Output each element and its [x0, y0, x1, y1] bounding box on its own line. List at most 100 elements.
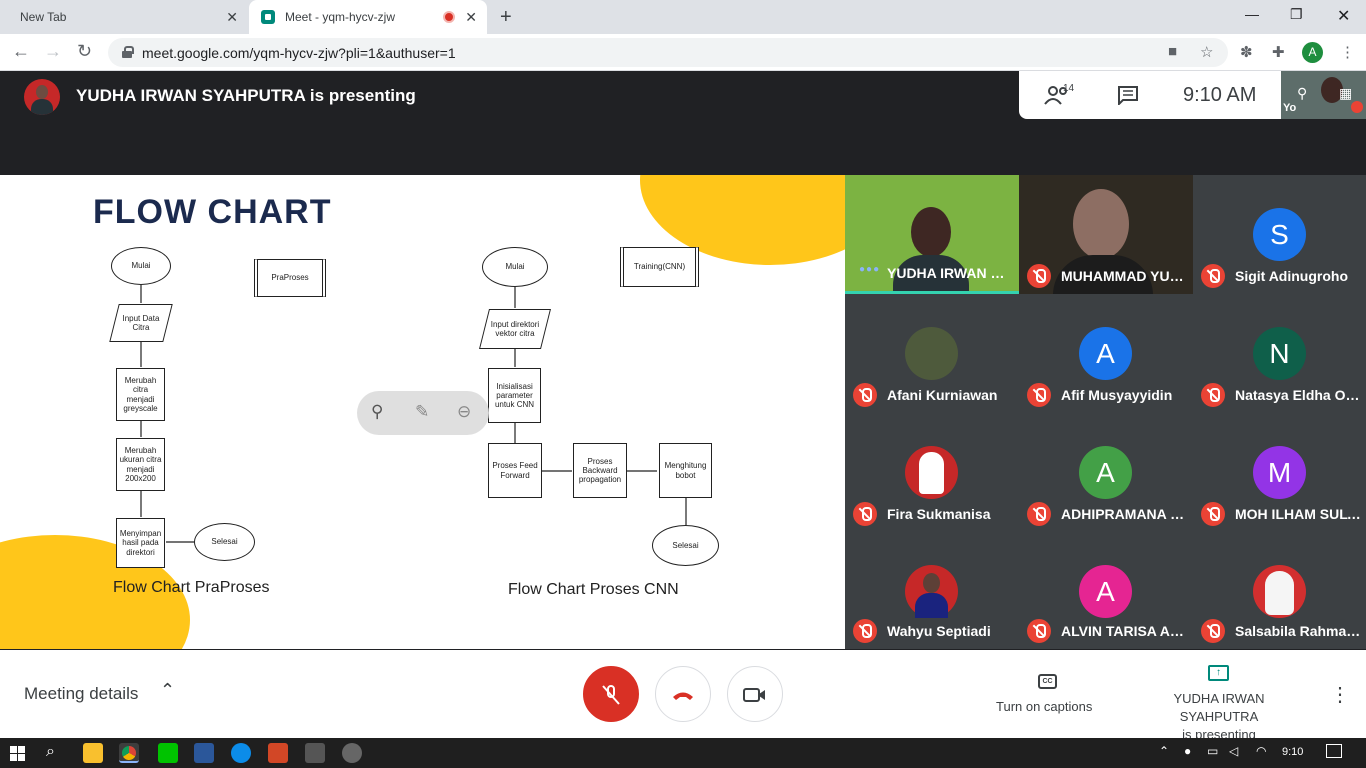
avatar: N	[1253, 327, 1306, 380]
remove-icon[interactable]: ⊖	[457, 402, 471, 422]
edge-icon[interactable]	[231, 743, 251, 763]
tab-meet[interactable]: Meet - yqm-hycv-zjw ✕	[249, 0, 487, 34]
tab-new-tab[interactable]: New Tab ✕	[0, 0, 248, 34]
flowchart-step: Menghitung bobot	[659, 443, 712, 498]
flowchart-step: Menyimpan hasil pada direktori	[116, 518, 165, 568]
leave-call-button[interactable]	[655, 666, 711, 722]
present-screen-icon[interactable]: ↑	[1208, 665, 1229, 681]
pin-icon[interactable]: ⚲	[371, 402, 383, 422]
windows-taskbar: ⌕ ⌃ ● ▭ ◁ ◠ 9:10	[0, 738, 1366, 768]
pin-icon[interactable]: ⚲	[1297, 85, 1307, 102]
participant-tile[interactable]: Salsabila Rahma ...	[1193, 532, 1366, 649]
flowchart-end: Selesai	[652, 525, 719, 566]
chat-icon[interactable]	[1117, 85, 1139, 105]
flowchart-caption: Flow Chart Proses CNN	[508, 581, 679, 598]
window-close-icon[interactable]: ✕	[1337, 6, 1350, 26]
search-icon[interactable]: ⌕	[46, 743, 55, 761]
browser-toolbar: ← → ↻ meet.google.com/yqm-hycv-zjw?pli=1…	[0, 34, 1366, 71]
puzzle-icon[interactable]: ✚	[1272, 43, 1285, 61]
tab-strip: New Tab ✕ Meet - yqm-hycv-zjw ✕ + — ❐ ✕	[0, 0, 1366, 34]
close-icon[interactable]: ✕	[226, 9, 238, 26]
layout-icon[interactable]: ▦	[1339, 85, 1352, 102]
app-icon[interactable]	[305, 743, 325, 763]
participant-tile[interactable]: Wahyu Septiadi	[845, 532, 1019, 649]
profile-avatar[interactable]: A	[1302, 42, 1323, 63]
windows-start-icon[interactable]	[10, 746, 25, 761]
close-icon[interactable]: ✕	[465, 9, 477, 26]
camera-icon[interactable]: ■	[1168, 43, 1177, 60]
app-icon[interactable]	[342, 743, 362, 763]
camera-toggle-button[interactable]	[727, 666, 783, 722]
meeting-details-button[interactable]: Meeting details	[24, 684, 138, 704]
address-bar[interactable]: meet.google.com/yqm-hycv-zjw?pli=1&authu…	[108, 38, 1228, 67]
participant-tile[interactable]: N Natasya Eldha Ok...	[1193, 294, 1366, 413]
chevron-up-icon[interactable]: ⌃	[160, 680, 175, 701]
avatar: S	[1253, 208, 1306, 261]
microphone-tray-icon[interactable]: ●	[1184, 744, 1191, 758]
participant-tile[interactable]: ●●● YUDHA IRWAN SY...	[845, 175, 1019, 294]
participant-name: MOH ILHAM SULT...	[1235, 506, 1361, 522]
taskbar-clock[interactable]: 9:10	[1282, 746, 1303, 758]
mic-off-icon	[602, 685, 620, 705]
participant-tile[interactable]: M MOH ILHAM SULT...	[1193, 413, 1366, 532]
browser-menu-icon[interactable]: ⋮	[1340, 43, 1355, 61]
participant-name: ALVIN TARISA AK...	[1061, 623, 1187, 639]
mute-participant-icon[interactable]: ✎	[415, 402, 429, 422]
file-explorer-icon[interactable]	[83, 743, 103, 763]
self-name: Yo	[1283, 102, 1297, 114]
people-count-badge: 14	[1063, 83, 1075, 94]
flowchart-process-label: PraProses	[254, 259, 326, 297]
new-tab-button[interactable]: +	[500, 6, 512, 29]
reload-icon[interactable]: ↻	[77, 41, 92, 62]
flowchart-process-label: Training(CNN)	[620, 247, 699, 287]
meeting-controls-bar: Meeting details ⌃ CC Turn on captions ↑ …	[0, 650, 1366, 742]
chrome-icon[interactable]	[119, 743, 139, 763]
participant-tile[interactable]: A ADHIPRAMANA R...	[1019, 413, 1193, 532]
avatar: A	[1079, 446, 1132, 499]
participant-tile[interactable]: A Afif Musyayyidin	[1019, 294, 1193, 413]
mic-off-icon	[1027, 383, 1051, 407]
battery-icon[interactable]: ▭	[1207, 744, 1218, 758]
powerpoint-icon[interactable]	[268, 743, 288, 763]
closed-captions-icon[interactable]: CC	[1038, 674, 1057, 689]
tab-title: Meet - yqm-hycv-zjw	[285, 10, 396, 24]
more-options-icon[interactable]: ⋮	[1330, 682, 1350, 707]
mic-off-icon	[1027, 619, 1051, 643]
mic-toggle-button[interactable]	[583, 666, 639, 722]
flowchart-input: Input Data Citra	[109, 304, 173, 342]
mic-off-icon	[1027, 264, 1051, 288]
participant-tile[interactable]: Fira Sukmanisa	[845, 413, 1019, 532]
meeting-clock: 9:10 AM	[1183, 84, 1257, 106]
back-icon[interactable]: ←	[12, 41, 30, 62]
participant-name: YUDHA IRWAN SY...	[887, 265, 1013, 281]
word-icon[interactable]	[194, 743, 214, 763]
captions-button[interactable]: Turn on captions	[996, 699, 1092, 714]
avatar	[1253, 565, 1306, 618]
extension-icon[interactable]: ✽	[1240, 43, 1253, 61]
presenting-status-button[interactable]: YUDHA IRWAN SYAHPUTRA is presenting	[1136, 690, 1302, 744]
mic-off-icon	[853, 502, 877, 526]
hang-up-icon	[673, 692, 693, 700]
wifi-icon[interactable]: ◠	[1256, 744, 1266, 758]
participant-tile[interactable]: Afani Kurniawan	[845, 294, 1019, 413]
participant-tile[interactable]: A ALVIN TARISA AK...	[1019, 532, 1193, 649]
flowchart-start: Mulai	[111, 247, 171, 285]
participant-tile[interactable]: MUHAMMAD YUD...	[1019, 175, 1193, 294]
participant-name: Afani Kurniawan	[887, 387, 998, 403]
avatar	[905, 446, 958, 499]
minimize-icon[interactable]: —	[1245, 6, 1259, 22]
video-camera-icon	[743, 688, 765, 702]
flowchart-input-text: Input direktori vektor citra	[490, 319, 540, 338]
tray-chevron-icon[interactable]: ⌃	[1159, 744, 1169, 758]
volume-icon[interactable]: ◁	[1229, 744, 1238, 758]
participant-name: MUHAMMAD YUD...	[1061, 268, 1187, 284]
bookmark-star-icon[interactable]: ☆	[1200, 43, 1213, 61]
lock-icon	[122, 46, 134, 58]
participant-name: Salsabila Rahma ...	[1235, 623, 1361, 639]
recording-icon	[443, 11, 455, 23]
participant-tile[interactable]: S Sigit Adinugroho	[1193, 175, 1366, 294]
forward-icon[interactable]: →	[44, 41, 62, 62]
notifications-icon[interactable]	[1326, 744, 1342, 758]
restore-icon[interactable]: ❐	[1290, 6, 1303, 23]
line-app-icon[interactable]	[158, 743, 178, 763]
